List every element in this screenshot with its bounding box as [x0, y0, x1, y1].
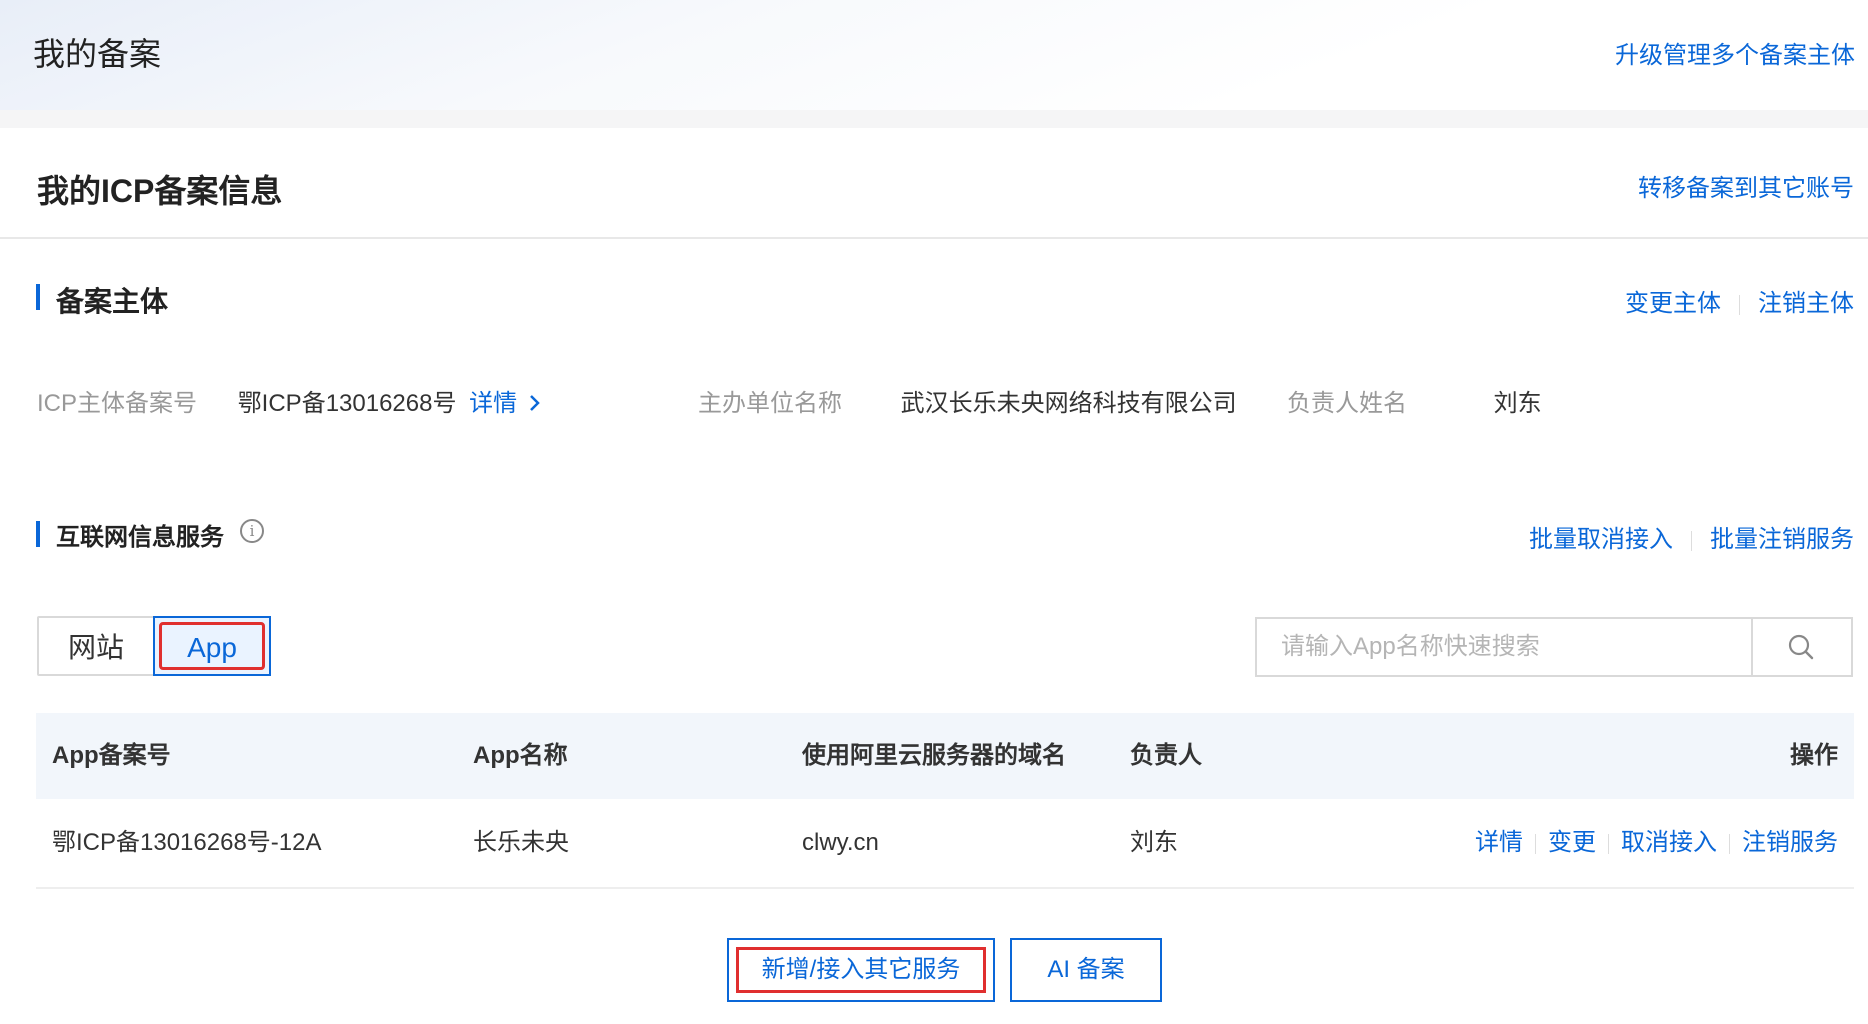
change-subject-link[interactable]: 变更主体	[1625, 290, 1721, 317]
cancel-subject-link[interactable]: 注销主体	[1758, 290, 1854, 317]
divider	[1691, 530, 1692, 551]
highlight-box	[736, 947, 986, 993]
col-app-name: App名称	[473, 742, 568, 769]
icp-detail-label: 详情	[469, 390, 518, 417]
col-record-no: App备案号	[52, 742, 171, 769]
app-search-box	[1255, 617, 1853, 677]
section-accent-bar	[36, 521, 40, 547]
app-search-input[interactable]	[1257, 619, 1755, 675]
subject-actions: 变更主体 注销主体	[1625, 283, 1854, 318]
batch-cancel-access-link[interactable]: 批量取消接入	[1529, 526, 1673, 553]
col-owner: 负责人	[1130, 742, 1202, 769]
search-button[interactable]	[1751, 619, 1851, 675]
icp-info-card: 我的ICP备案信息 转移备案到其它账号 备案主体 变更主体 注销主体 ICP主体备…	[0, 128, 1868, 1024]
row-change-link[interactable]: 变更	[1548, 829, 1596, 856]
transfer-link[interactable]: 转移备案到其它账号	[1638, 168, 1854, 203]
search-icon	[1788, 634, 1814, 660]
tab-website[interactable]: 网站	[37, 616, 155, 676]
org-name-field: 主办单位名称 武汉长乐未央网络科技有限公司	[698, 383, 1237, 418]
subject-section-title: 备案主体	[56, 286, 169, 317]
chevron-right-icon	[529, 395, 540, 411]
owner-name-label: 负责人姓名	[1287, 390, 1407, 417]
row-detail-link[interactable]: 详情	[1475, 829, 1523, 856]
org-name-label: 主办单位名称	[698, 390, 842, 417]
divider	[1535, 833, 1536, 854]
app-table: App备案号 App名称 使用阿里云服务器的域名 负责人 操作 鄂ICP备130…	[36, 713, 1854, 889]
row-cancel-service-link[interactable]: 注销服务	[1742, 829, 1838, 856]
divider	[1608, 833, 1609, 854]
owner-name-field: 负责人姓名 刘东	[1287, 383, 1542, 418]
table-header: App备案号 App名称 使用阿里云服务器的域名 负责人 操作	[36, 713, 1854, 799]
table-row: 鄂ICP备13016268号-12A 长乐未央 clwy.cn 刘东 详情 变更取…	[36, 799, 1854, 889]
ai-filing-button[interactable]: AI 备案	[1010, 938, 1162, 1002]
batch-cancel-service-link[interactable]: 批量注销服务	[1710, 526, 1854, 553]
section-accent-bar	[36, 284, 40, 310]
divider	[1729, 833, 1730, 854]
service-section-title: 互联网信息服务	[56, 524, 224, 551]
row-actions: 详情 变更 取消接入 注销服务	[1475, 799, 1838, 887]
info-icon[interactable]: i	[240, 519, 264, 543]
cell-domain: clwy.cn	[802, 829, 879, 856]
icp-detail-link[interactable]: 详情	[469, 390, 542, 417]
page-title: 我的备案	[33, 36, 162, 72]
upgrade-link[interactable]: 升级管理多个备案主体	[1615, 35, 1855, 70]
cell-owner: 刘东	[1130, 829, 1178, 856]
card-title: 我的ICP备案信息	[37, 173, 283, 209]
highlight-box	[159, 622, 265, 670]
divider	[1739, 294, 1740, 315]
cell-record-no: 鄂ICP备13016268号-12A	[52, 829, 322, 856]
service-actions: 批量取消接入 批量注销服务	[1529, 519, 1854, 554]
add-service-button[interactable]: 新增/接入其它服务	[727, 938, 995, 1002]
row-cancel-access-link[interactable]: 取消接入	[1621, 829, 1717, 856]
page-header: 我的备案 升级管理多个备案主体	[0, 0, 1868, 110]
divider	[0, 237, 1868, 239]
org-name-value: 武汉长乐未央网络科技有限公司	[900, 390, 1237, 417]
icp-number-label: ICP主体备案号	[37, 390, 198, 417]
col-actions: 操作	[1790, 742, 1838, 769]
owner-name-value: 刘东	[1493, 390, 1542, 417]
icp-number-field: ICP主体备案号 鄂ICP备13016268号 详情	[37, 383, 542, 418]
cell-app-name: 长乐未央	[473, 829, 569, 856]
icp-number-value: 鄂ICP备13016268号	[237, 390, 457, 417]
tab-app[interactable]: App	[153, 616, 271, 676]
col-domain: 使用阿里云服务器的域名	[802, 742, 1066, 769]
